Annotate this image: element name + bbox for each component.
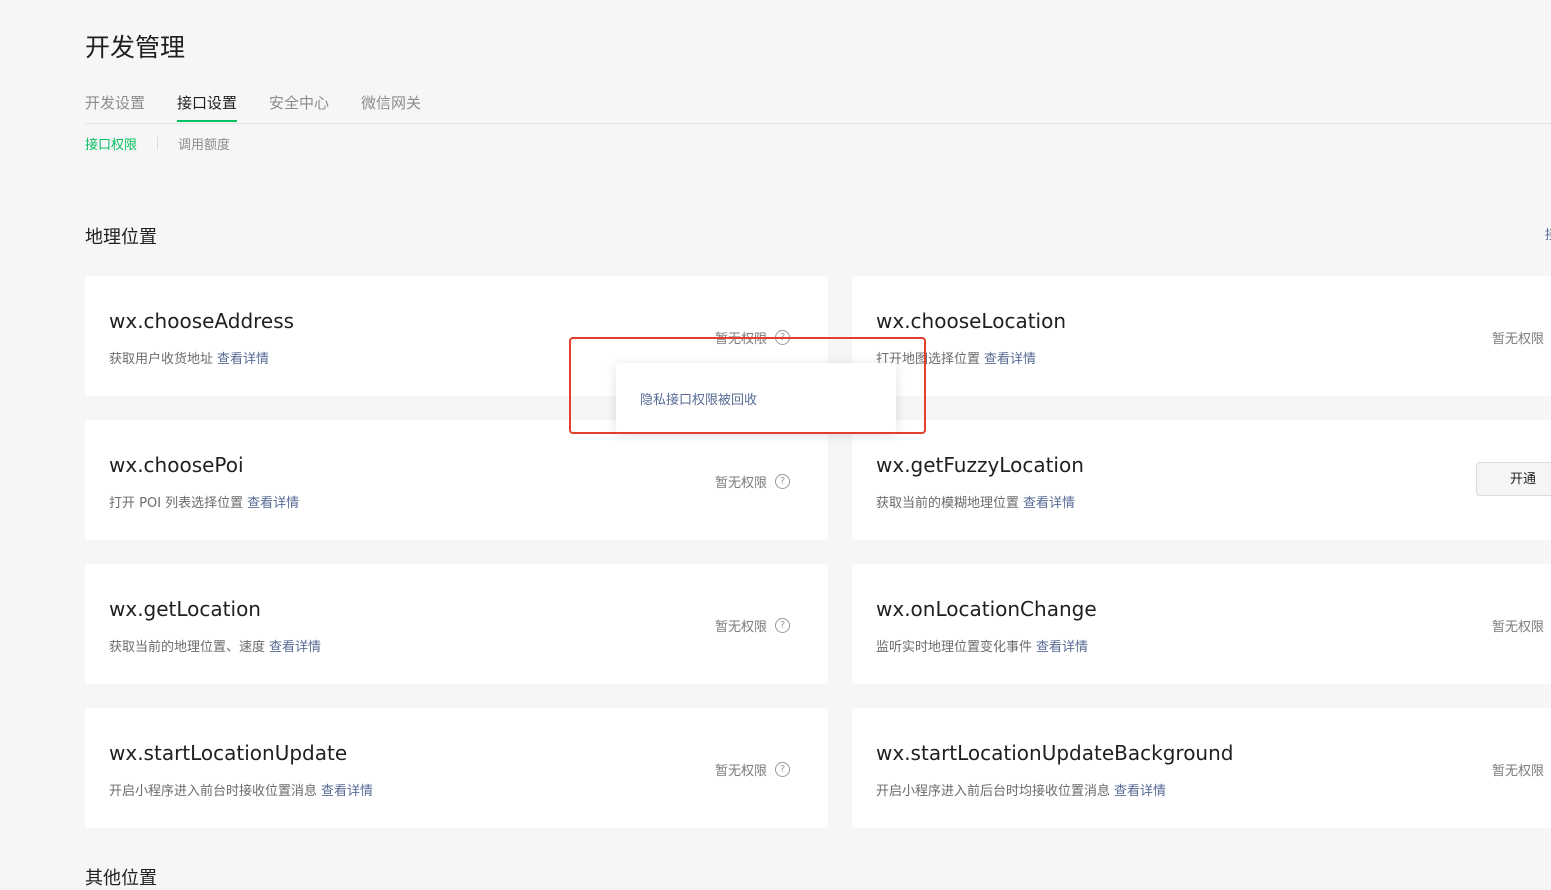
api-card-start-location-update-background: wx.startLocationUpdateBackground 开启小程序进入… xyxy=(852,708,1551,828)
section-edge-action[interactable]: 接 xyxy=(1545,224,1551,243)
tab-api-settings[interactable]: 接口设置 xyxy=(177,88,238,122)
api-name: wx.getFuzzyLocation xyxy=(876,453,1084,477)
api-desc-text: 开启小程序进入前台时接收位置消息 xyxy=(109,784,318,799)
api-description: 开启小程序进入前台时接收位置消息 查看详情 xyxy=(109,780,373,799)
permission-status: 暂无权限 ? xyxy=(715,616,791,635)
status-text: 暂无权限 xyxy=(715,476,768,491)
api-card-get-location: wx.getLocation 获取当前的地理位置、速度 查看详情 暂无权限 ? xyxy=(85,564,828,684)
view-details-link[interactable]: 查看详情 xyxy=(321,784,373,799)
api-name: wx.chooseAddress xyxy=(109,309,295,333)
permission-status: 暂无权限 xyxy=(1492,328,1544,347)
enable-button[interactable]: 开通 xyxy=(1476,462,1551,496)
api-desc-text: 开启小程序进入前后台时均接收位置消息 xyxy=(876,784,1111,799)
api-description: 获取当前的模糊地理位置 查看详情 xyxy=(876,492,1075,511)
api-desc-text: 获取当前的模糊地理位置 xyxy=(876,496,1020,511)
subtab-call-quota[interactable]: 调用额度 xyxy=(178,134,230,153)
view-details-link[interactable]: 查看详情 xyxy=(984,352,1036,367)
question-circle-icon[interactable]: ? xyxy=(775,618,791,633)
api-card-get-fuzzy-location: wx.getFuzzyLocation 获取当前的模糊地理位置 查看详情 开通 xyxy=(852,420,1551,540)
main-tabs: 开发设置 接口设置 安全中心 微信网关 xyxy=(85,88,453,122)
section-title-next: 其他位置 xyxy=(85,868,157,889)
view-details-link[interactable]: 查看详情 xyxy=(217,352,269,367)
api-card-choose-location: wx.chooseLocation 打开地图选择位置 查看详情 暂无权限 xyxy=(852,276,1551,396)
tab-dev-settings[interactable]: 开发设置 xyxy=(85,88,145,122)
api-description: 开启小程序进入前后台时均接收位置消息 查看详情 xyxy=(876,780,1166,799)
api-description: 监听实时地理位置变化事件 查看详情 xyxy=(876,636,1088,655)
page-title: 开发管理 xyxy=(85,33,186,62)
api-card-on-location-change: wx.onLocationChange 监听实时地理位置变化事件 查看详情 暂无权… xyxy=(852,564,1551,684)
status-text: 暂无权限 xyxy=(715,620,768,635)
question-circle-icon[interactable]: ? xyxy=(775,762,791,777)
api-description: 打开 POI 列表选择位置 查看详情 xyxy=(109,492,299,511)
api-description: 获取当前的地理位置、速度 查看详情 xyxy=(109,636,321,655)
subtab-divider xyxy=(157,137,159,150)
api-name: wx.startLocationUpdate xyxy=(109,741,348,765)
status-text: 暂无权限 xyxy=(715,764,768,779)
status-text: 暂无权限 xyxy=(1492,332,1545,347)
permission-status: 暂无权限 xyxy=(1492,760,1544,779)
question-circle-icon[interactable]: ? xyxy=(775,474,791,489)
api-card-choose-poi: wx.choosePoi 打开 POI 列表选择位置 查看详情 暂无权限 ? xyxy=(85,420,828,540)
annotation-highlight-box xyxy=(569,337,926,434)
api-desc-text: 获取当前的地理位置、速度 xyxy=(109,640,266,655)
api-name: wx.onLocationChange xyxy=(876,597,1097,621)
api-name: wx.chooseLocation xyxy=(876,309,1067,333)
api-name: wx.startLocationUpdateBackground xyxy=(876,741,1234,765)
permission-status: 暂无权限 ? xyxy=(715,760,791,779)
api-name: wx.getLocation xyxy=(109,597,261,621)
api-desc-text: 监听实时地理位置变化事件 xyxy=(876,640,1033,655)
section-title-location: 地理位置 xyxy=(85,227,157,248)
api-desc-text: 获取用户收货地址 xyxy=(109,352,214,367)
sub-tabs: 接口权限 调用额度 xyxy=(85,134,230,153)
status-text: 暂无权限 xyxy=(1492,620,1545,635)
permission-status: 暂无权限 ? xyxy=(715,472,791,491)
permission-status: 暂无权限 xyxy=(1492,616,1544,635)
view-details-link[interactable]: 查看详情 xyxy=(1114,784,1166,799)
api-description: 获取用户收货地址 查看详情 xyxy=(109,348,269,367)
tab-security-center[interactable]: 安全中心 xyxy=(269,88,329,122)
status-text: 暂无权限 xyxy=(1492,764,1545,779)
view-details-link[interactable]: 查看详情 xyxy=(1023,496,1075,511)
subtab-api-permissions[interactable]: 接口权限 xyxy=(85,134,137,153)
view-details-link[interactable]: 查看详情 xyxy=(269,640,321,655)
tabs-divider xyxy=(85,123,1551,124)
view-details-link[interactable]: 查看详情 xyxy=(247,496,299,511)
api-name: wx.choosePoi xyxy=(109,453,244,477)
api-card-start-location-update: wx.startLocationUpdate 开启小程序进入前台时接收位置消息查… xyxy=(85,708,828,828)
view-details-link[interactable]: 查看详情 xyxy=(1036,640,1088,655)
tab-wechat-gateway[interactable]: 微信网关 xyxy=(361,88,421,122)
api-desc-text: 打开 POI 列表选择位置 xyxy=(109,496,244,511)
